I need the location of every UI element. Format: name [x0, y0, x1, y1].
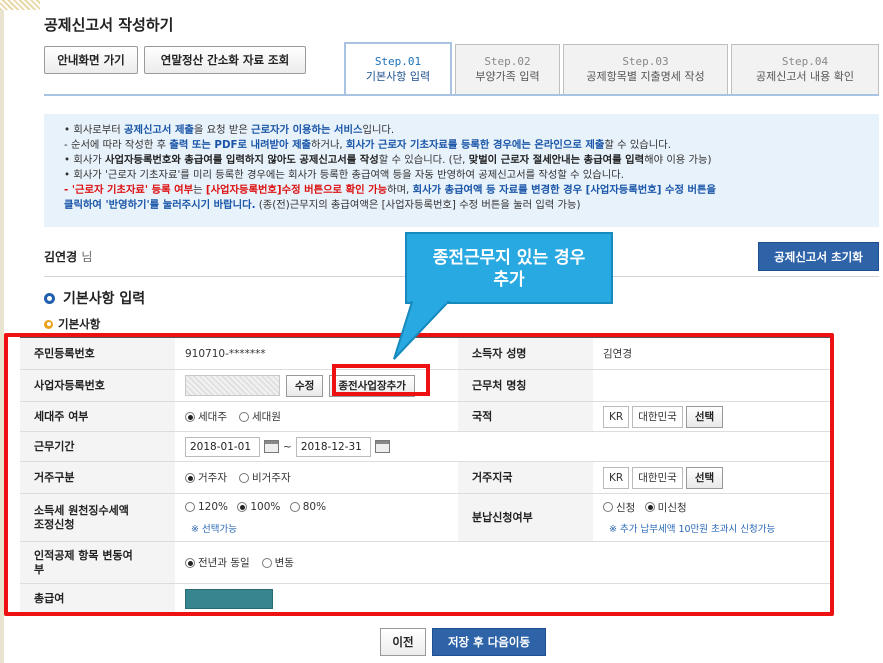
tab-step-label: 기본사항 입력 — [365, 69, 431, 83]
bullet-circle-icon — [44, 292, 55, 304]
bullet-circle-icon — [44, 319, 53, 329]
tab-step-label: 부양가족 입력 — [475, 70, 540, 83]
tab-step-number: Step.02 — [484, 55, 531, 68]
simplified-data-button[interactable]: 연말정산 간소화 자료 조회 — [144, 46, 306, 74]
tab-step2[interactable]: Step.02 부양가족 입력 — [455, 44, 560, 94]
tab-step-label: 공제신고서 내용 확인 — [755, 70, 855, 83]
tab-step4[interactable]: Step.04 공제신고서 내용 확인 — [731, 44, 879, 94]
notice-box: • 회사로부터 공제신고서 제출을 요청 받은 근로자가 이용하는 서비스입니다… — [44, 114, 879, 227]
page-title: 공제신고서 작성하기 — [44, 16, 174, 34]
reset-form-button[interactable]: 공제신고서 초기화 — [758, 242, 879, 271]
callout-tail-icon — [393, 301, 451, 360]
user-name: 김연경 님 — [44, 250, 93, 264]
subsection-title: 기본사항 — [44, 316, 100, 332]
guide-button[interactable]: 안내화면 가기 — [44, 46, 138, 74]
tab-step3[interactable]: Step.03 공제항목별 지출명세 작성 — [563, 44, 728, 94]
corner-decoration — [0, 0, 40, 10]
tab-underline — [44, 94, 879, 96]
callout-bubble: 종전근무지 있는 경우 추가 — [405, 232, 613, 304]
tab-step-label: 공제항목별 지출명세 작성 — [586, 70, 705, 83]
section-title: 기본사항 입력 — [44, 288, 145, 308]
tab-step-number: Step.03 — [622, 55, 669, 68]
save-next-button[interactable]: 저장 후 다음이동 — [432, 628, 546, 656]
tab-step-number: Step.01 — [374, 54, 422, 68]
highlight-add-button-box — [332, 364, 430, 396]
tab-step-number: Step.04 — [781, 55, 829, 68]
tab-step1[interactable]: Step.01 기본사항 입력 — [344, 42, 452, 94]
previous-button[interactable]: 이전 — [380, 628, 426, 656]
